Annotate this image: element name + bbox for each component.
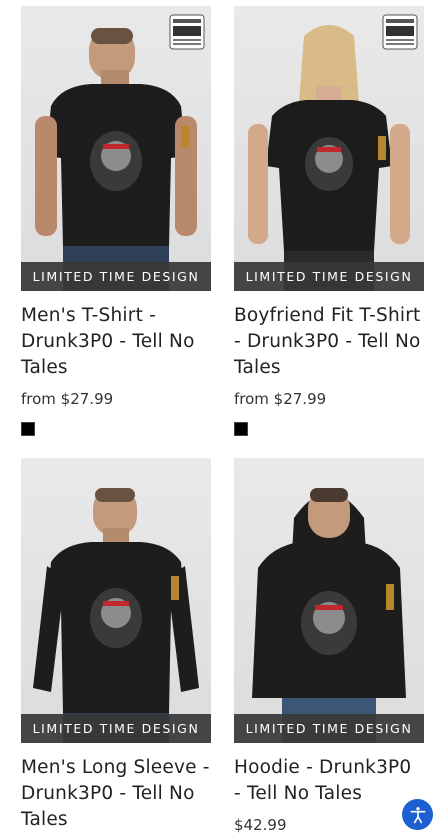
product-price: from $27.99 [21,390,114,408]
color-swatch-black[interactable] [21,422,35,436]
product-card[interactable]: LIMITED TIME DESIGN Hoodie - Drunk3P0 - … [234,458,424,834]
product-image[interactable]: LIMITED TIME DESIGN [234,458,424,743]
made-in-america-badge [169,14,205,50]
product-title[interactable]: Men's T-Shirt - Drunk3P0 - Tell No Tales [21,303,211,381]
limited-time-banner: LIMITED TIME DESIGN [234,262,424,291]
product-title[interactable]: Hoodie - Drunk3P0 - Tell No Tales [234,755,424,807]
product-title[interactable]: Boyfriend Fit T-Shirt - Drunk3P0 - Tell … [234,303,424,381]
product-price: $42.99 [234,816,287,834]
accessibility-button[interactable] [402,799,433,830]
made-in-america-badge [382,14,418,50]
product-card[interactable]: LIMITED TIME DESIGN Men's Long Sleeve - … [21,458,211,833]
product-photo [252,488,406,743]
limited-time-banner: LIMITED TIME DESIGN [21,262,211,291]
product-image[interactable]: LIMITED TIME DESIGN [21,458,211,743]
product-image[interactable]: LIMITED TIME DESIGN [234,6,424,291]
product-image[interactable]: LIMITED TIME DESIGN [21,6,211,291]
limited-time-banner: LIMITED TIME DESIGN [234,714,424,743]
product-title[interactable]: Men's Long Sleeve - Drunk3P0 - Tell No T… [21,755,211,833]
product-price: from $27.99 [234,390,327,408]
color-swatch-black[interactable] [234,422,248,436]
limited-time-banner: LIMITED TIME DESIGN [21,714,211,743]
product-card[interactable]: LIMITED TIME DESIGN Boyfriend Fit T-Shir… [234,6,424,436]
product-photo [33,488,199,743]
product-card[interactable]: LIMITED TIME DESIGN Men's T-Shirt - Drun… [21,6,211,436]
accessibility-icon [410,806,425,823]
product-grid: LIMITED TIME DESIGN Men's T-Shirt - Drun… [0,0,444,840]
